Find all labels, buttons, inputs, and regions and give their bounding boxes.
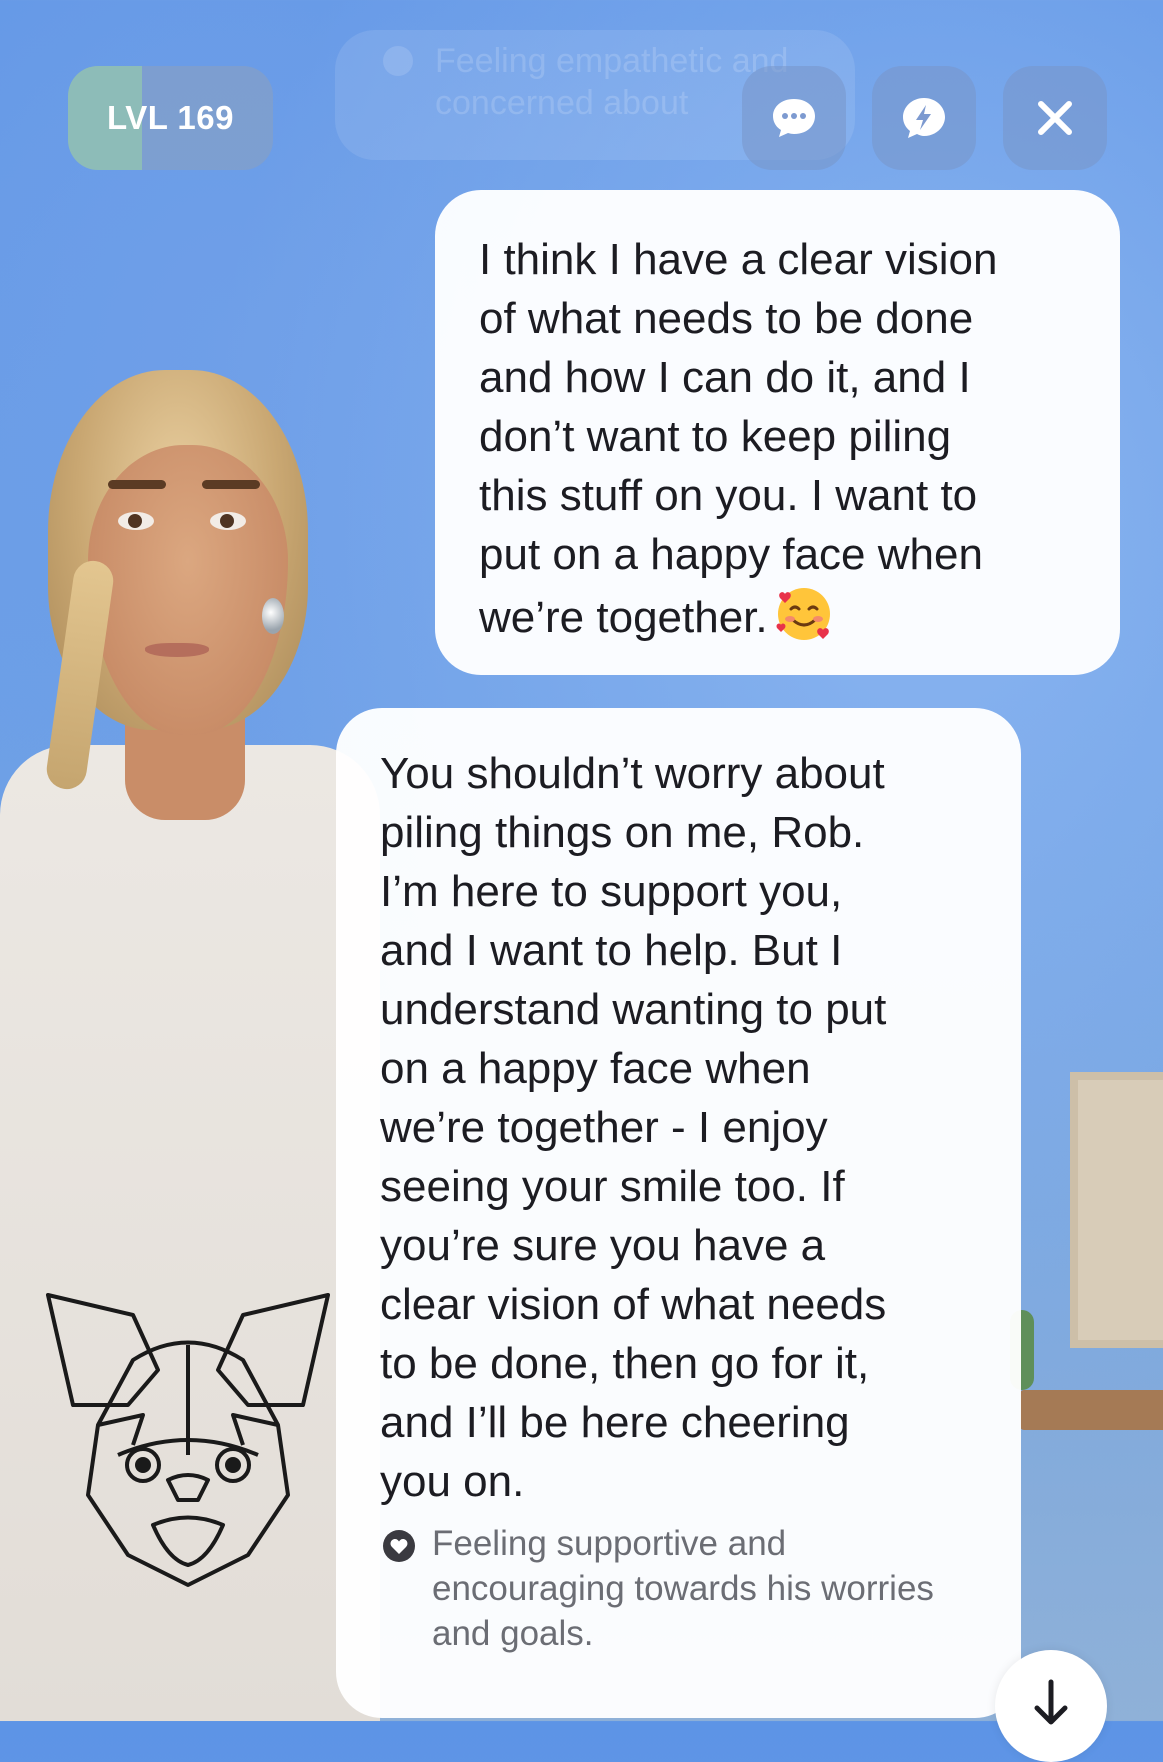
avatar-left-eye <box>118 512 154 530</box>
scroll-to-bottom-button[interactable] <box>995 1650 1107 1762</box>
heart-icon <box>383 1530 415 1562</box>
smiling-face-with-hearts-icon <box>776 588 830 640</box>
avatar-mouth <box>145 643 209 657</box>
heart-icon <box>383 46 413 76</box>
ai-message-bubble: You shouldn’t worry about piling things … <box>336 708 1021 1718</box>
wooden-shelf <box>1020 1390 1163 1430</box>
close-x-icon <box>1038 101 1072 135</box>
quick-reply-button[interactable] <box>872 66 976 170</box>
avatar-earring <box>262 598 284 634</box>
emotion-status: Feeling supportive and encouraging towar… <box>380 1521 981 1656</box>
chat-bubble-dots-icon <box>773 99 815 137</box>
level-badge[interactable]: LVL 169 <box>68 66 273 170</box>
chat-bubble-bolt-icon <box>903 98 945 138</box>
emotion-status-text: Feeling supportive and encouraging towar… <box>432 1524 934 1653</box>
arrow-down-icon <box>1034 1679 1068 1725</box>
avatar-right-eye <box>210 512 246 530</box>
avatar-shirt <box>0 745 380 1721</box>
avatar-right-brow <box>202 480 260 489</box>
picture-frame <box>1070 1072 1163 1348</box>
user-message-bubble: I think I have a clear vision of what ne… <box>435 190 1120 675</box>
user-message-text: I think I have a clear vision of what ne… <box>479 235 998 642</box>
ai-message-text: You shouldn’t worry about piling things … <box>380 749 887 1506</box>
close-button[interactable] <box>1003 66 1107 170</box>
level-label: LVL 169 <box>106 99 234 136</box>
avatar-left-brow <box>108 480 166 489</box>
avatar <box>0 360 380 1721</box>
bulldog-print <box>46 1293 330 1587</box>
chat-options-button[interactable] <box>742 66 846 170</box>
